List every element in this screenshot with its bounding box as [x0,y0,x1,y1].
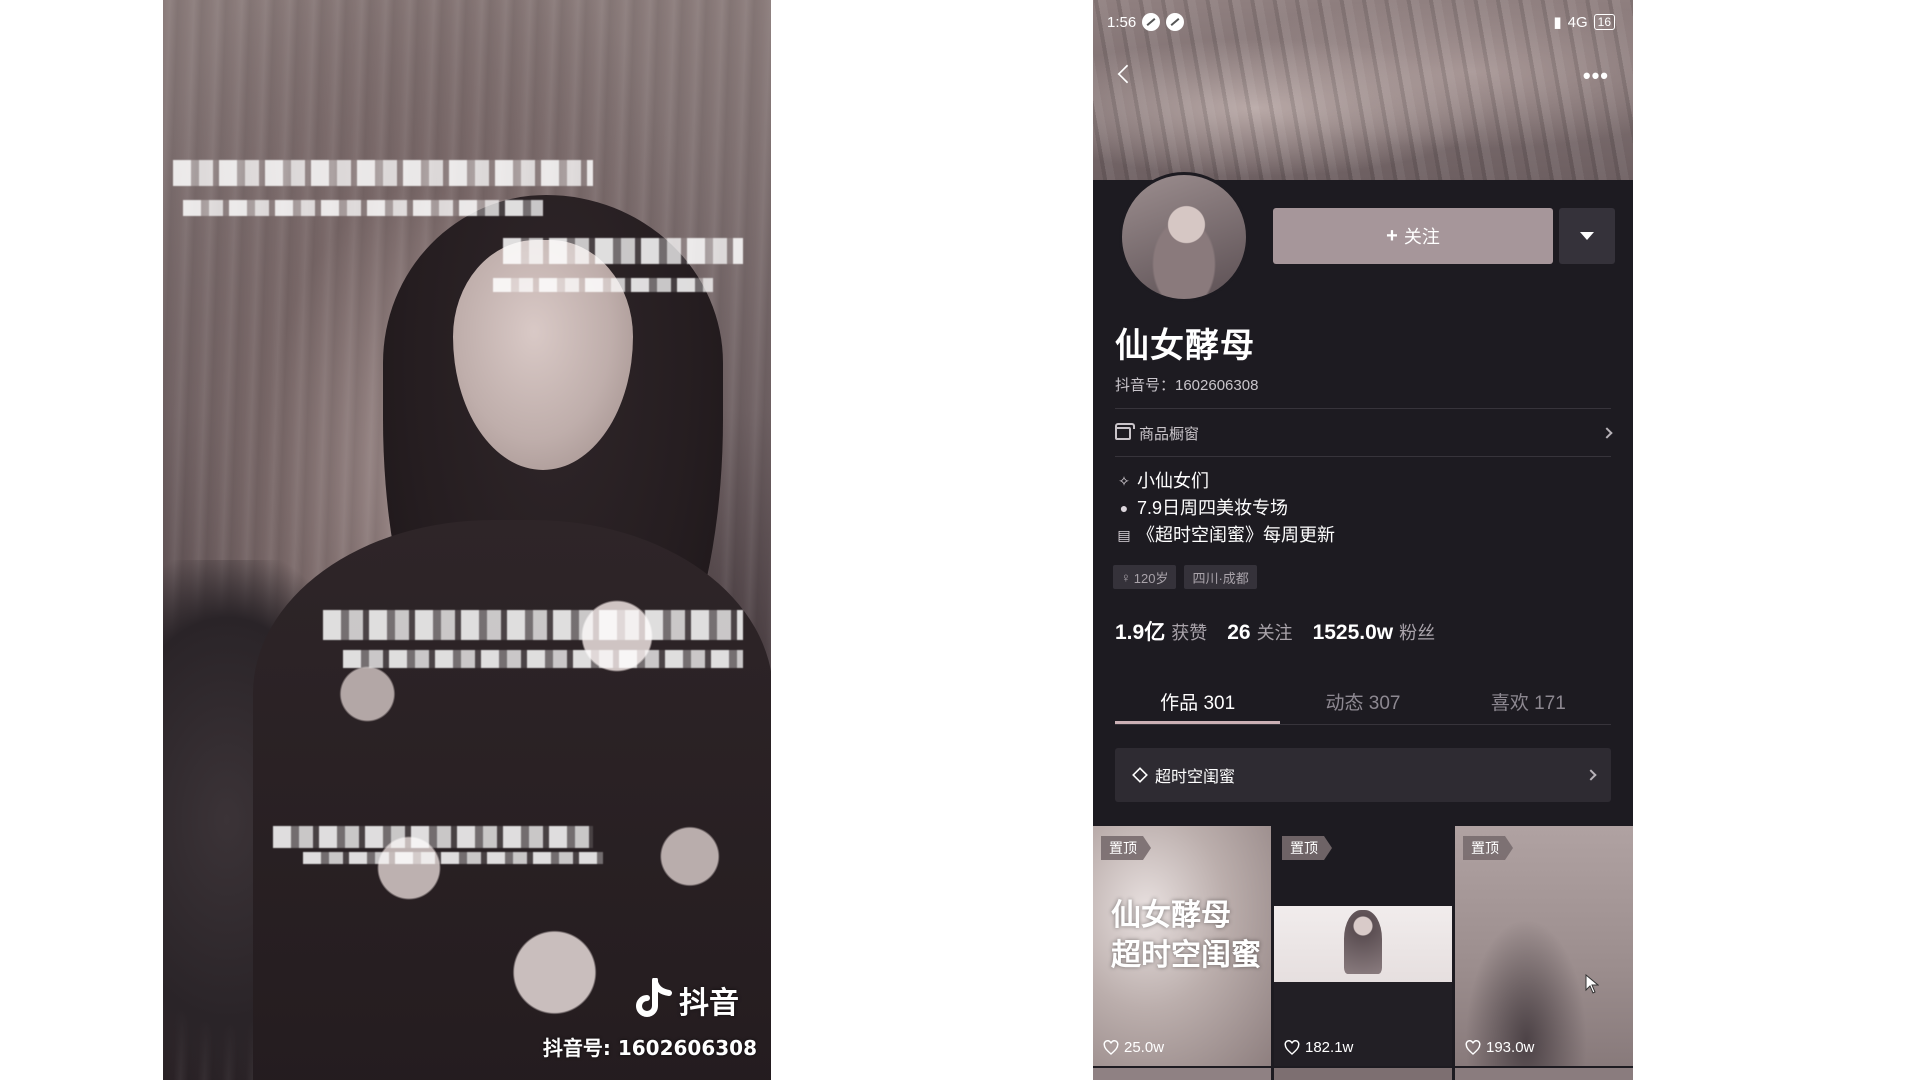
bio-line: ✧ 小仙女们 [1115,468,1335,495]
like-count: 182.1w [1284,1039,1353,1056]
notification-icon [1166,13,1185,31]
stat-likes-value: 1.9亿 [1115,621,1166,644]
profile-stats: 1.9亿 获赞 26 关注 1525.0w 粉丝 [1115,616,1435,646]
stat-likes[interactable]: 1.9亿 获赞 [1115,616,1207,646]
network-type: 4G [1567,13,1588,31]
profile-screen: 1:56 ▮ 4G 16 ••• + 关注 仙女酵母 抖音号：160260630… [1093,0,1633,1080]
age-tag: ♀ 120岁 [1113,565,1177,589]
female-icon: ♀ [1121,569,1131,585]
follow-button-label: 关注 [1403,227,1440,247]
battery-level: 16 [1593,14,1615,30]
tab-liked[interactable]: 喜欢 171 [1446,678,1611,724]
thumbnail-figure [1344,910,1382,974]
bio: ✧ 小仙女们 ● 7.9日周四美妆专场 ▤ 《超时空闺蜜》每周更新 [1115,468,1335,549]
pinned-badge: 置顶 [1101,836,1151,860]
recommend-dropdown-button[interactable] [1559,208,1615,264]
thumbnail-image [1274,906,1452,982]
divider [1115,456,1611,457]
layers-icon [1132,767,1148,783]
location-tag: 四川·成都 [1184,565,1257,589]
heart-icon [1103,1039,1119,1055]
video-thumbnail[interactable]: 置顶 193.0w [1455,826,1633,1066]
shop-label: 商品橱窗 [1139,425,1200,443]
notification-icon [1142,13,1161,31]
video-grid: 置顶 仙女酵母 超时空闺蜜 25.0w 置顶 182.1w 置顶 193.0w [1093,826,1633,1080]
mouse-cursor-icon [1585,974,1599,994]
more-options-icon[interactable]: ••• [1583,65,1609,87]
douyin-watermark: 抖音 [633,975,771,1025]
video-frame[interactable]: 抖音 抖音号: 1602606308 [163,0,771,1080]
watermark-douyin-id: 抖音号: 1602606308 [542,1036,757,1060]
profile-tags: ♀ 120岁 四川·成都 [1113,565,1257,589]
balloon-icon: ● [1119,500,1129,516]
profile-tabs: 作品 301 动态 307 喜欢 171 [1115,678,1611,724]
stat-following[interactable]: 26 关注 [1227,619,1292,645]
stat-followers-value: 1525.0w [1312,621,1394,644]
screenshot-canvas: 抖音 抖音号: 1602606308 1:56 ▮ 4G 16 ••• + 关注 [0,0,1920,1080]
watermark-app-name: 抖音 [679,986,739,1021]
like-count-value: 25.0w [1124,1039,1165,1056]
thumbnail-title-line: 超时空闺蜜 [1111,939,1261,972]
glitch-band [493,278,713,292]
thumbnail-title: 仙女酵母 超时空闺蜜 [1111,896,1261,976]
stat-followers-label: 粉丝 [1399,623,1436,643]
tab-works[interactable]: 作品 301 [1115,678,1281,724]
like-count: 193.0w [1465,1039,1534,1056]
status-bar: 1:56 ▮ 4G 16 [1093,0,1633,44]
status-left: 1:56 [1107,13,1185,31]
thumbnail-title-line: 仙女酵母 [1111,899,1231,932]
heart-icon [1465,1039,1481,1055]
video-thumbnail[interactable]: 置顶 182.1w [1274,826,1452,1066]
divider [1115,408,1611,409]
douyin-id: 抖音号：1602606308 [1115,377,1259,394]
triangle-down-icon [1580,232,1594,240]
next-thumbnail-row [1093,1068,1633,1080]
status-right: ▮ 4G 16 [1553,13,1615,31]
glitch-band [303,852,603,864]
glitch-band [503,238,743,264]
signal-icon: ▮ [1553,14,1562,31]
glitch-band [343,650,743,668]
chevron-right-icon [1601,427,1613,439]
collection-label: 超时空闺蜜 [1155,769,1236,786]
like-count-value: 182.1w [1305,1039,1354,1056]
douyin-logo-icon [636,978,672,1017]
bio-text: 小仙女们 [1137,471,1209,491]
like-count: 25.0w [1103,1039,1164,1056]
glitch-band [183,200,543,216]
glitch-band [323,610,743,640]
chevron-right-icon [1585,769,1597,781]
shop-icon [1115,422,1135,440]
profile-name: 仙女酵母 [1115,327,1255,365]
pinned-badge: 置顶 [1282,836,1332,860]
stat-following-value: 26 [1227,621,1251,644]
clapper-icon: ▤ [1117,527,1131,543]
tab-activity[interactable]: 动态 307 [1280,678,1445,724]
stat-following-label: 关注 [1256,623,1293,643]
bio-line: ▤ 《超时空闺蜜》每周更新 [1115,522,1335,549]
location-tag-text: 四川·成都 [1192,570,1249,586]
age-tag-text: 120岁 [1133,570,1169,586]
like-count-value: 193.0w [1486,1039,1535,1056]
collection-row[interactable]: 超时空闺蜜 [1115,748,1611,802]
bio-text: 《超时空闺蜜》每周更新 [1137,525,1335,545]
bio-text: 7.9日周四美妆专场 [1137,498,1289,518]
stat-followers[interactable]: 1525.0w 粉丝 [1313,619,1436,645]
status-time: 1:56 [1107,13,1137,31]
tabs-divider [1115,724,1611,725]
follow-button[interactable]: + 关注 [1273,208,1553,264]
plus-icon: + [1386,224,1398,247]
glitch-band [173,160,593,186]
shop-window-row[interactable]: 商品橱窗 [1115,418,1613,448]
avatar[interactable] [1119,172,1249,302]
pinned-badge: 置顶 [1463,836,1513,860]
bio-line: ● 7.9日周四美妆专场 [1115,495,1335,522]
sparkle-icon: ✧ [1118,473,1130,489]
glitch-band [273,826,593,848]
heart-icon [1284,1039,1300,1055]
stat-likes-label: 获赞 [1171,623,1208,643]
video-thumbnail[interactable]: 置顶 仙女酵母 超时空闺蜜 25.0w [1093,826,1271,1066]
